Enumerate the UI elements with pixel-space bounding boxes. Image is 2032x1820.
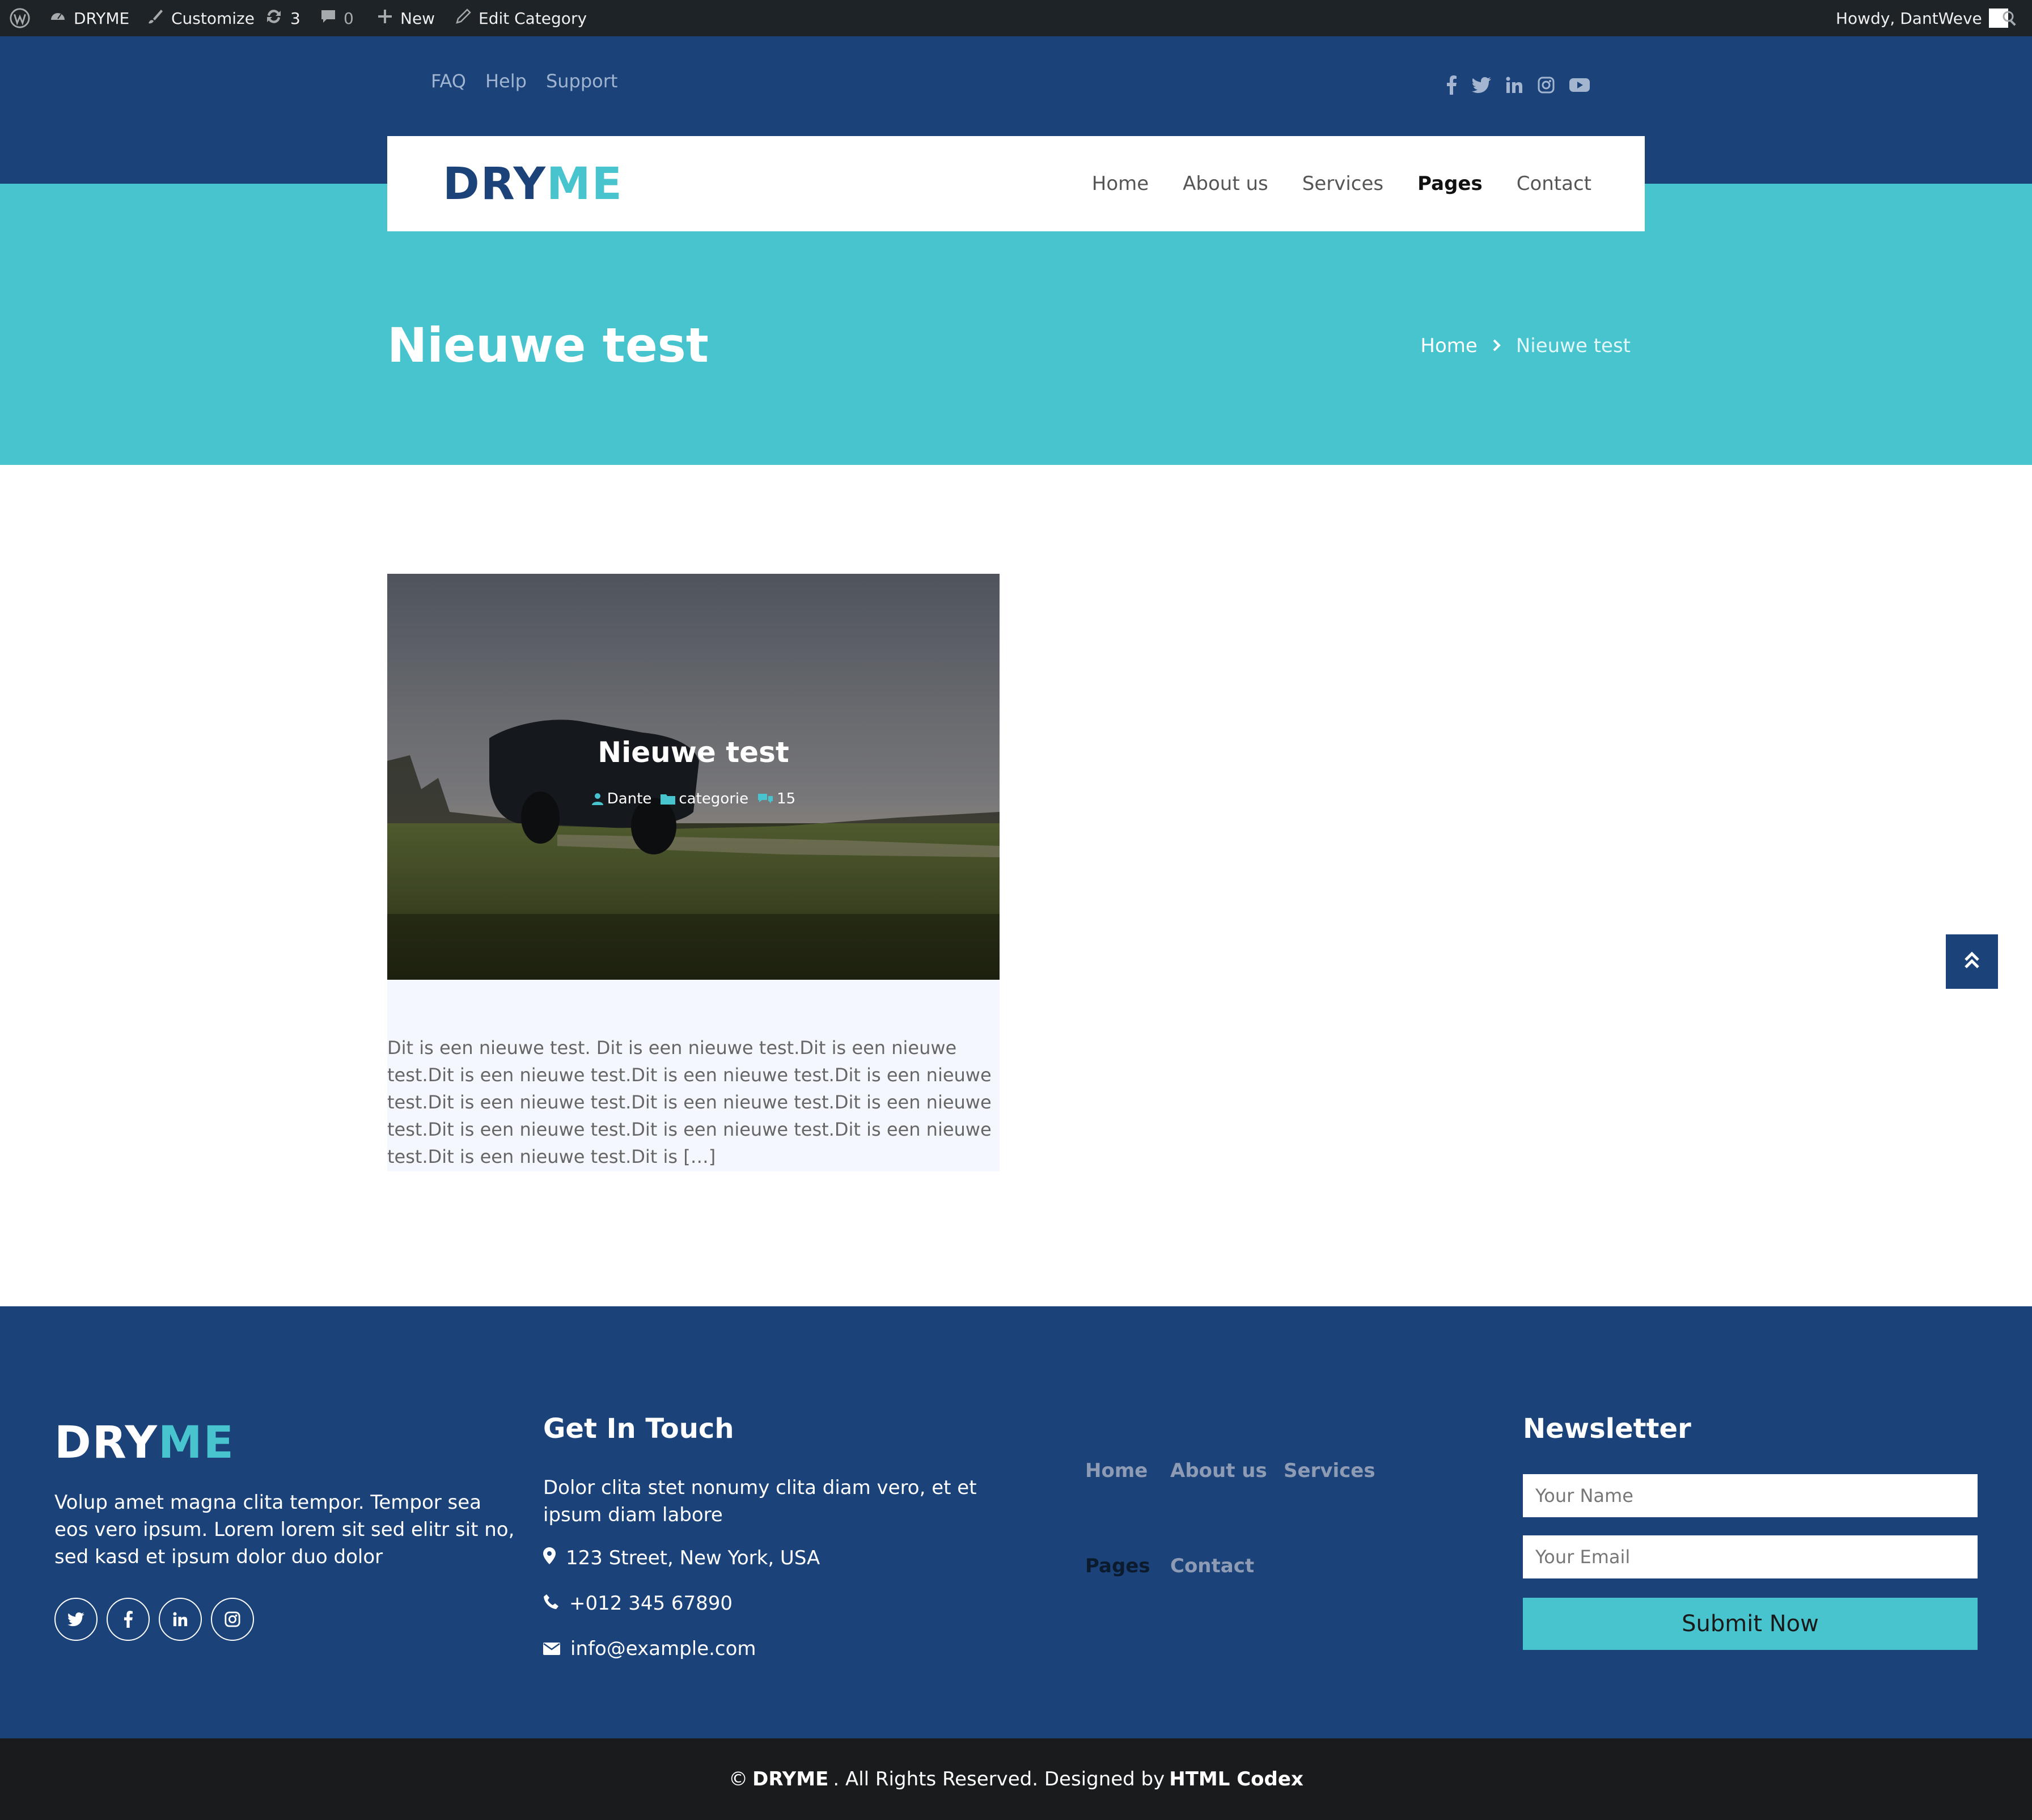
newsletter-heading: Newsletter — [1523, 1413, 1691, 1445]
admin-site-name: DRYME — [74, 9, 130, 28]
comment-icon — [320, 8, 337, 29]
copyright-symbol: © — [729, 1768, 748, 1791]
post-excerpt: Dit is een nieuwe test. Dit is een nieuw… — [387, 1037, 992, 1167]
plus-icon — [376, 8, 393, 29]
footer-twitter-icon[interactable] — [54, 1598, 98, 1641]
admin-site-link[interactable]: DRYME — [49, 0, 129, 36]
admin-edit-category-label: Edit Category — [479, 9, 587, 28]
brush-icon — [146, 7, 164, 29]
site-footer: DRYME Volup amet magna clita tempor. Tem… — [0, 1306, 2032, 1738]
top-links: FAQ Help Support — [431, 70, 617, 92]
post-image[interactable]: Nieuwe test Dante categorie 15 — [387, 574, 1000, 980]
wordpress-logo-icon[interactable] — [9, 0, 31, 36]
copyright-designer[interactable]: HTML Codex — [1169, 1768, 1303, 1791]
post-author[interactable]: Dante — [591, 790, 651, 807]
admin-customize-label: Customize — [171, 9, 255, 28]
chevron-right-icon — [1492, 335, 1501, 357]
newsletter-email-input[interactable] — [1523, 1535, 1978, 1578]
back-to-top-button[interactable] — [1946, 934, 1998, 989]
nav-home[interactable]: Home — [1092, 172, 1149, 195]
footer-link-home[interactable]: Home — [1085, 1459, 1148, 1482]
footer-link-about[interactable]: About us — [1170, 1459, 1267, 1482]
main-navbar: DRYME Home About us Services Pages Conta… — [387, 136, 1645, 231]
nav-contact[interactable]: Contact — [1517, 172, 1591, 195]
footer-link-services[interactable]: Services — [1284, 1459, 1375, 1482]
footer-about-text: Volup amet magna clita tempor. Tempor se… — [54, 1491, 515, 1568]
admin-edit-category-link[interactable]: Edit Category — [455, 0, 587, 36]
newsletter-name-input[interactable] — [1523, 1474, 1978, 1517]
top-social-links — [1446, 75, 1590, 98]
nav-services[interactable]: Services — [1302, 172, 1383, 195]
post-title[interactable]: Nieuwe test — [387, 736, 1000, 769]
phone-icon — [543, 1592, 559, 1615]
twitter-icon[interactable] — [1472, 77, 1491, 96]
post-meta: Dante categorie 15 — [387, 790, 1000, 807]
linkedin-icon[interactable] — [1506, 77, 1523, 96]
map-marker-icon — [543, 1547, 556, 1569]
envelope-icon — [543, 1637, 560, 1660]
post-category[interactable]: categorie — [661, 790, 748, 807]
pencil-icon — [455, 8, 472, 29]
youtube-icon[interactable] — [1569, 77, 1590, 95]
admin-updates-link[interactable]: 3 — [264, 0, 300, 36]
copyright-text: . All Rights Reserved. Designed by — [833, 1768, 1165, 1791]
nav-pages[interactable]: Pages — [1417, 172, 1483, 195]
admin-customize-link[interactable]: Customize — [146, 0, 255, 36]
newsletter-submit-button[interactable]: Submit Now — [1523, 1598, 1978, 1650]
footer-address: 123 Street, New York, USA — [543, 1547, 820, 1569]
get-in-touch-text: Dolor clita stet nonumy clita diam vero,… — [543, 1476, 977, 1526]
admin-search-icon[interactable] — [2001, 0, 2018, 36]
footer-facebook-icon[interactable] — [107, 1598, 150, 1641]
post-comments[interactable]: 15 — [757, 790, 795, 807]
copyright-bar: © DRYME . All Rights Reserved. Designed … — [0, 1738, 2032, 1820]
admin-greeting: Howdy, DantWeve — [1836, 9, 1982, 28]
updates-icon — [264, 7, 283, 30]
support-link[interactable]: Support — [546, 70, 618, 92]
admin-updates-count: 3 — [290, 9, 300, 28]
faq-link[interactable]: FAQ — [431, 70, 466, 92]
get-in-touch-heading: Get In Touch — [543, 1413, 734, 1445]
page-title: Nieuwe test — [387, 318, 709, 373]
footer-email[interactable]: info@example.com — [543, 1637, 756, 1660]
admin-new-label: New — [400, 9, 435, 28]
nav-about[interactable]: About us — [1183, 172, 1268, 195]
footer-social-links — [54, 1598, 254, 1641]
admin-comments-link[interactable]: 0 — [320, 0, 354, 36]
breadcrumb: Home Nieuwe test — [1420, 335, 1631, 357]
admin-new-link[interactable]: New — [376, 0, 435, 36]
double-chevron-up-icon — [1964, 951, 1980, 972]
admin-comments-count: 0 — [344, 9, 354, 28]
post-card[interactable]: Nieuwe test Dante categorie 15 Dit is ee… — [387, 574, 1000, 1171]
footer-linkedin-icon[interactable] — [159, 1598, 202, 1641]
breadcrumb-current: Nieuwe test — [1515, 335, 1631, 357]
instagram-icon[interactable] — [1538, 77, 1555, 96]
admin-account-menu[interactable]: Howdy, DantWeve — [1836, 0, 2008, 36]
facebook-icon[interactable] — [1446, 75, 1457, 97]
main-nav-links: Home About us Services Pages Contact — [1092, 136, 1591, 231]
copyright-brand[interactable]: DRYME — [752, 1768, 828, 1791]
help-link[interactable]: Help — [485, 70, 527, 92]
footer-link-pages[interactable]: Pages — [1085, 1555, 1150, 1577]
user-icon — [591, 793, 604, 805]
dashboard-icon — [49, 7, 67, 29]
folder-icon — [661, 793, 676, 805]
breadcrumb-home[interactable]: Home — [1420, 335, 1477, 357]
footer-instagram-icon[interactable] — [211, 1598, 254, 1641]
footer-link-contact[interactable]: Contact — [1170, 1555, 1254, 1577]
comments-icon — [757, 793, 773, 805]
site-logo[interactable]: DRYME — [443, 159, 623, 210]
footer-phone[interactable]: +012 345 67890 — [543, 1592, 733, 1615]
admin-bar: DRYME Customize 3 0 New Edit Category Ho… — [0, 0, 2032, 36]
footer-logo[interactable]: DRYME — [54, 1417, 235, 1468]
